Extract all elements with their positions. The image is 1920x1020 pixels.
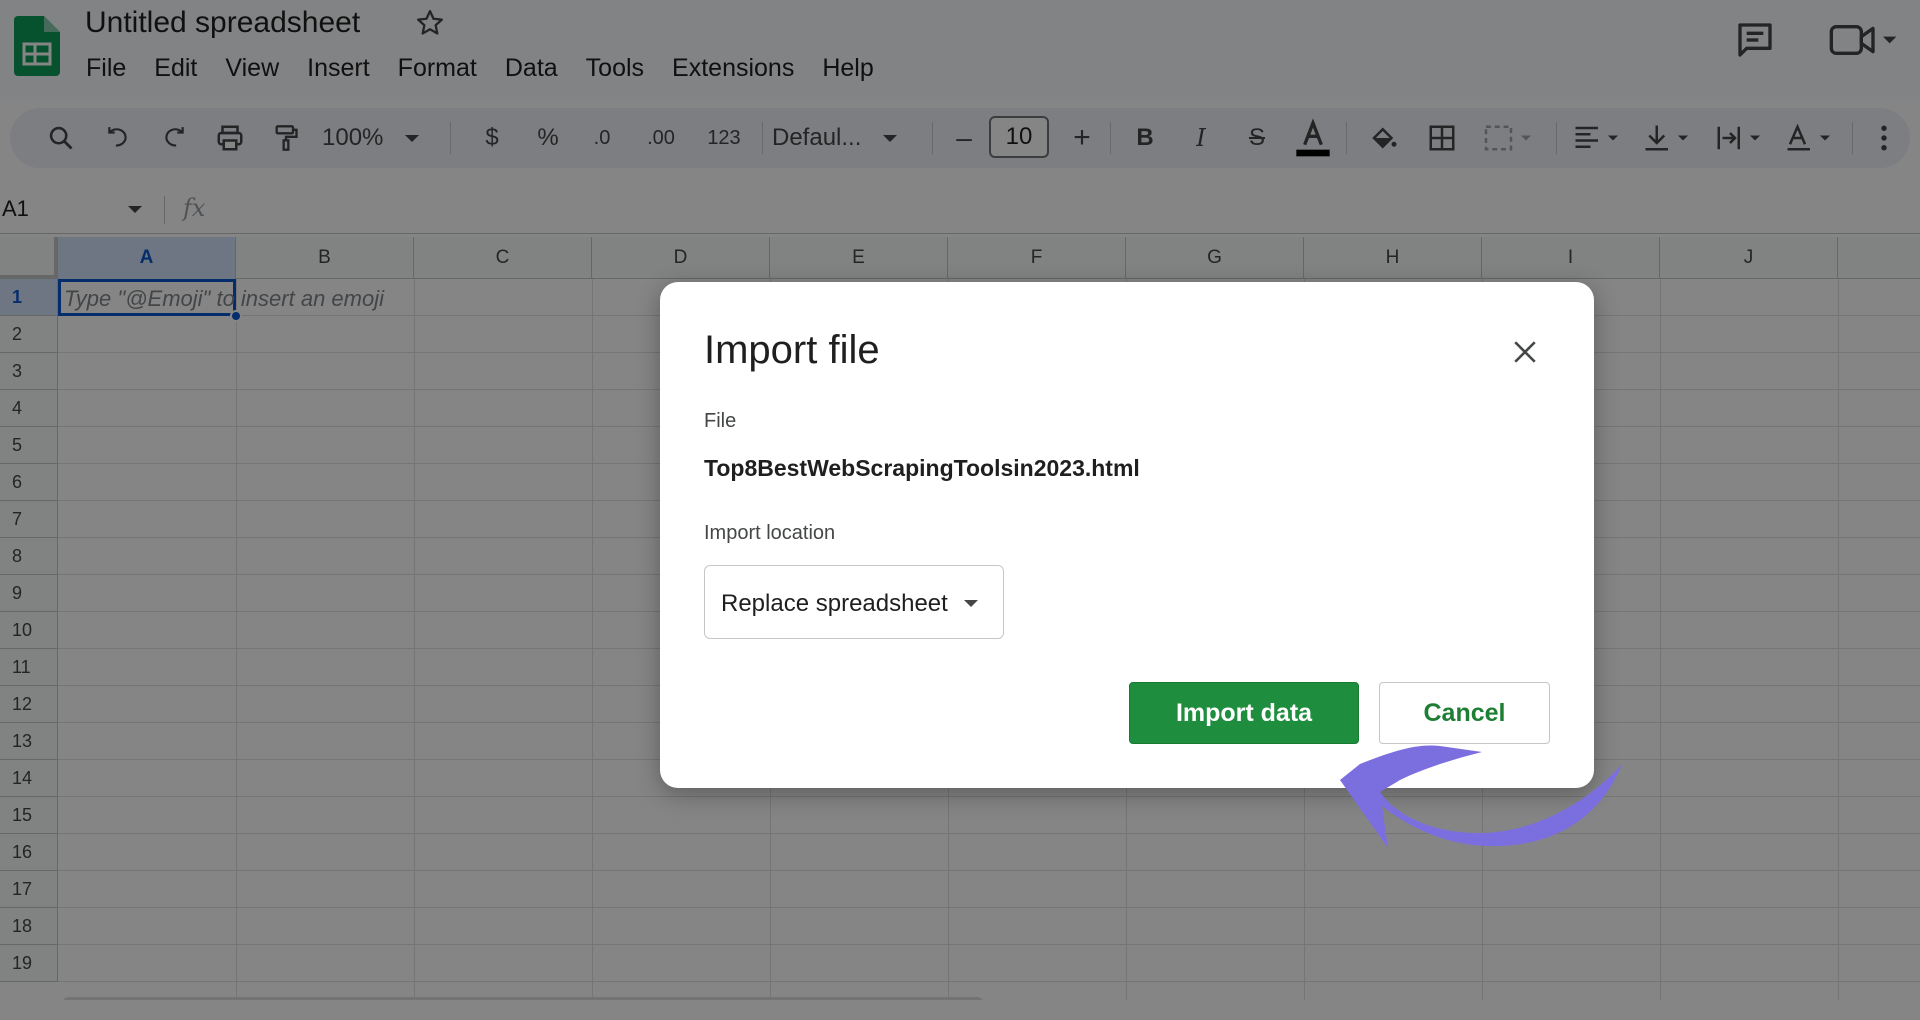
cancel-button[interactable]: Cancel <box>1379 682 1550 744</box>
chevron-down-icon <box>964 600 978 607</box>
file-label: File <box>704 410 737 432</box>
import-location-select[interactable]: Replace spreadsheet <box>704 565 1004 639</box>
import-location-value: Replace spreadsheet <box>721 590 948 617</box>
import-data-button[interactable]: Import data <box>1129 682 1359 744</box>
close-icon[interactable] <box>1505 332 1545 372</box>
import-location-label: Import location <box>704 522 836 544</box>
dialog-title: Import file <box>704 328 880 372</box>
import-file-dialog: Import file File Top8BestWebScrapingTool… <box>660 282 1594 788</box>
file-name: Top8BestWebScrapingToolsin2023.html <box>704 455 1140 481</box>
annotation-arrow-icon <box>1340 740 1630 865</box>
